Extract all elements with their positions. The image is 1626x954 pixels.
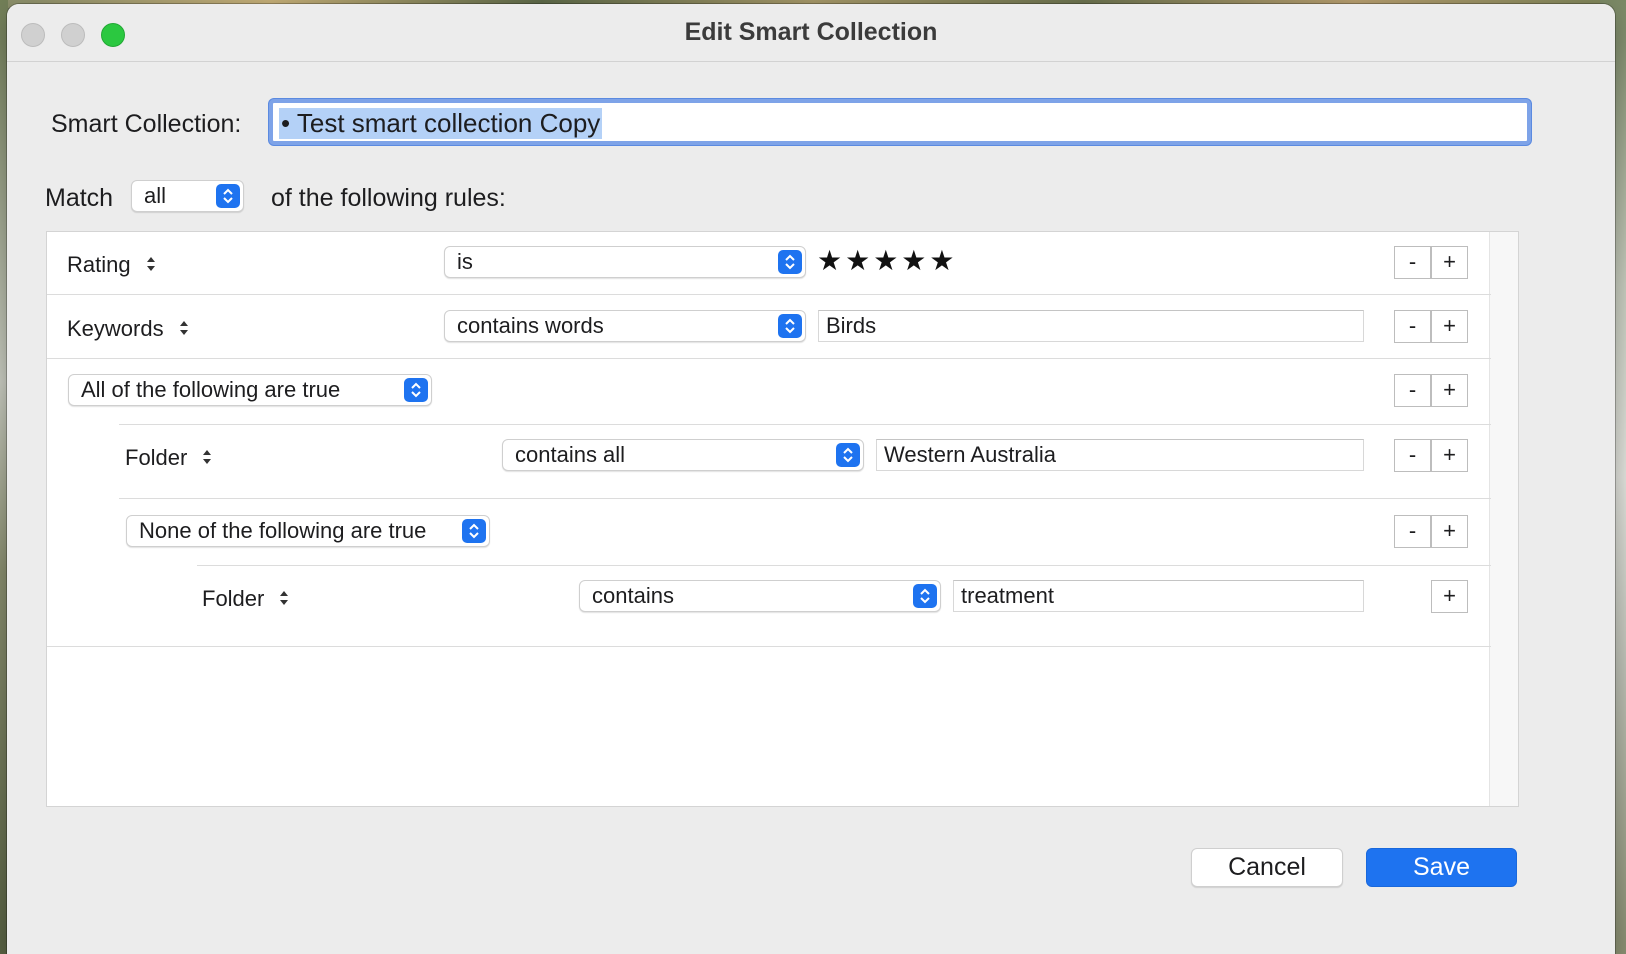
rating-operator-value: is	[457, 249, 473, 274]
none-group-remove-button[interactable]: -	[1394, 515, 1431, 548]
folder1-remove-button[interactable]: -	[1394, 439, 1431, 472]
save-button[interactable]: Save	[1366, 848, 1517, 887]
folder1-field-select[interactable]: Folder	[125, 445, 213, 472]
match-select-value: all	[144, 183, 167, 208]
match-tail-text: of the following rules:	[271, 184, 506, 212]
all-group-add-button[interactable]: +	[1431, 374, 1468, 407]
select-arrows-icon	[778, 250, 802, 274]
row-divider	[197, 565, 1491, 566]
none-group-label: None of the following are true	[139, 518, 427, 543]
folder2-value-input[interactable]: treatment	[953, 580, 1364, 612]
keywords-value-input[interactable]: Birds	[818, 310, 1364, 342]
all-group-select[interactable]: All of the following are true	[68, 374, 432, 406]
folder2-field-select[interactable]: Folder	[202, 586, 290, 613]
keywords-field-select[interactable]: Keywords	[67, 316, 190, 343]
select-arrows-icon	[778, 314, 802, 338]
rules-list: Rating is ★★★★★ - + Keywords contains wo…	[46, 231, 1519, 807]
select-arrows-icon	[404, 378, 428, 402]
all-group-remove-button[interactable]: -	[1394, 374, 1431, 407]
select-arrows-icon	[216, 184, 240, 208]
window-title: Edit Smart Collection	[684, 18, 938, 46]
row-divider	[119, 424, 1491, 425]
smart-collection-name-input[interactable]: • Test smart collection Copy	[269, 99, 1531, 145]
folder1-value-input[interactable]: Western Australia	[876, 439, 1364, 471]
folder2-field-label: Folder	[202, 586, 265, 611]
rating-operator-select[interactable]: is	[444, 246, 806, 278]
rating-stars[interactable]: ★★★★★	[817, 244, 958, 277]
row-divider	[47, 358, 1491, 359]
keywords-remove-button[interactable]: -	[1394, 310, 1431, 343]
select-arrows-icon	[462, 519, 486, 543]
folder1-operator-value: contains all	[515, 442, 626, 467]
keywords-operator-value: contains words	[457, 313, 604, 338]
rating-add-button[interactable]: +	[1431, 246, 1468, 279]
title-bar: Edit Smart Collection	[7, 4, 1615, 62]
none-group-add-button[interactable]: +	[1431, 515, 1468, 548]
folder1-add-button[interactable]: +	[1431, 439, 1468, 472]
edit-smart-collection-dialog: Edit Smart Collection Smart Collection: …	[7, 4, 1615, 954]
rules-scrollbar[interactable]	[1489, 232, 1518, 806]
smart-collection-name-value: • Test smart collection Copy	[279, 108, 603, 139]
match-select[interactable]: all	[131, 180, 244, 212]
updown-icon	[145, 253, 157, 279]
rating-field-label: Rating	[67, 252, 131, 277]
rating-field-select[interactable]: Rating	[67, 252, 157, 279]
keywords-operator-select[interactable]: contains words	[444, 310, 806, 342]
folder2-add-button[interactable]: +	[1431, 580, 1468, 613]
folder2-operator-value: contains	[592, 583, 674, 608]
folder1-field-label: Folder	[125, 445, 188, 470]
select-arrows-icon	[836, 443, 860, 467]
select-arrows-icon	[913, 584, 937, 608]
row-divider	[119, 498, 1491, 499]
keywords-field-label: Keywords	[67, 316, 164, 341]
keywords-add-button[interactable]: +	[1431, 310, 1468, 343]
folder1-operator-select[interactable]: contains all	[502, 439, 864, 471]
updown-icon	[201, 446, 213, 472]
updown-icon	[178, 317, 190, 343]
match-label: Match	[45, 184, 114, 212]
folder2-operator-select[interactable]: contains	[579, 580, 941, 612]
none-group-select[interactable]: None of the following are true	[126, 515, 490, 547]
cancel-button[interactable]: Cancel	[1191, 848, 1343, 887]
rating-remove-button[interactable]: -	[1394, 246, 1431, 279]
row-divider	[47, 294, 1491, 295]
updown-icon	[278, 587, 290, 613]
smart-collection-label: Smart Collection:	[51, 110, 242, 138]
row-divider	[47, 646, 1491, 647]
all-group-label: All of the following are true	[81, 377, 341, 402]
